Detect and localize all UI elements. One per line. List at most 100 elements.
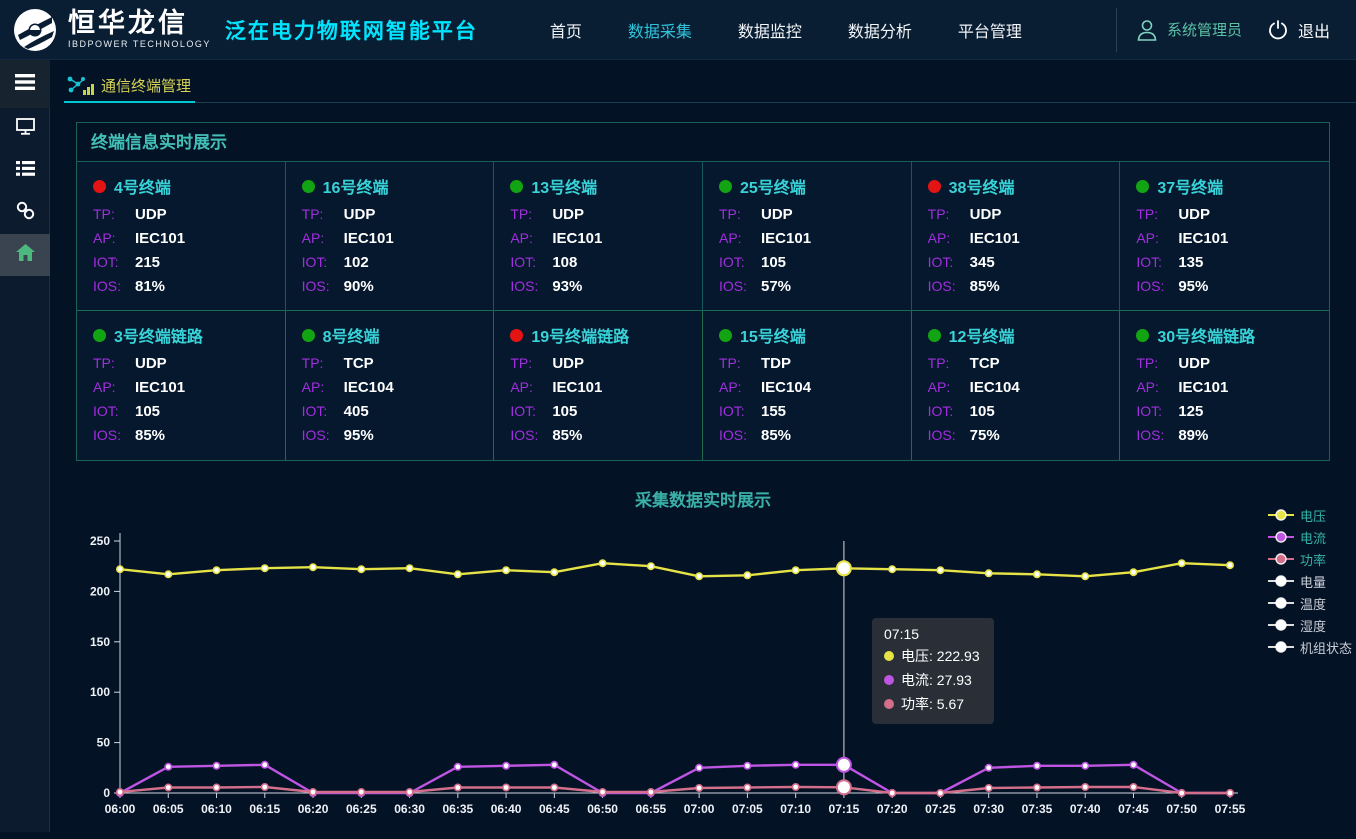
terminal-field: IOS:90% <box>302 278 494 295</box>
field-value: IEC104 <box>761 379 811 396</box>
legend-item[interactable]: 电压 <box>1268 506 1352 524</box>
legend-label: 电压 <box>1300 506 1326 525</box>
field-label: IOT: <box>1136 403 1178 419</box>
field-label: TP: <box>1136 206 1178 222</box>
terminal-name: 8号终端 <box>323 323 380 347</box>
legend-item[interactable]: 机组状态 <box>1268 638 1352 656</box>
svg-text:06:35: 06:35 <box>442 802 473 816</box>
tooltip-series-dot <box>884 651 894 661</box>
sidebar-item-home[interactable] <box>0 234 50 276</box>
terminal-field: AP:IEC101 <box>510 379 702 396</box>
legend-marker <box>1268 618 1294 632</box>
field-label: AP: <box>928 230 970 246</box>
chart-canvas[interactable]: 05010015020025006:0006:0506:1006:1506:20… <box>50 523 1356 839</box>
tooltip-series-value: 功率: 5.67 <box>901 694 964 714</box>
legend-item[interactable]: 温度 <box>1268 594 1352 612</box>
terminal-field: AP:IEC101 <box>93 379 285 396</box>
svg-text:200: 200 <box>90 584 110 598</box>
nav-item[interactable]: 数据监控 <box>738 18 802 42</box>
svg-text:06:10: 06:10 <box>201 802 232 816</box>
tooltip-series-value: 电流: 27.93 <box>901 670 972 690</box>
status-dot <box>1136 180 1149 193</box>
field-label: TP: <box>302 355 344 371</box>
status-dot <box>719 180 732 193</box>
tab-terminal-management[interactable]: 通信终端管理 <box>64 72 195 103</box>
field-value: UDP <box>552 206 584 223</box>
field-value: UDP <box>761 206 793 223</box>
field-value: 102 <box>344 254 369 271</box>
field-value: 85% <box>761 427 791 444</box>
svg-text:06:00: 06:00 <box>105 802 136 816</box>
terminal-field: TP:UDP <box>302 206 494 223</box>
terminal-field: IOT:135 <box>1136 254 1329 271</box>
field-label: TP: <box>719 355 761 371</box>
terminal-name: 12号终端 <box>949 323 1015 347</box>
list-icon <box>16 161 35 181</box>
legend-item[interactable]: 电流 <box>1268 528 1352 546</box>
home-icon <box>16 244 35 266</box>
field-label: IOS: <box>93 278 135 294</box>
logout-button[interactable]: 退出 <box>1298 18 1330 42</box>
nav-item[interactable]: 首页 <box>550 18 582 42</box>
sidebar-item-link[interactable] <box>0 192 50 234</box>
field-label: AP: <box>302 230 344 246</box>
legend-item[interactable]: 功率 <box>1268 550 1352 568</box>
field-value: 125 <box>1178 403 1203 420</box>
status-dot <box>1136 329 1149 342</box>
legend-label: 电流 <box>1300 528 1326 547</box>
link-icon <box>16 201 35 225</box>
field-value: 85% <box>552 427 582 444</box>
tooltip-series-value: 电压: 222.93 <box>901 646 980 666</box>
field-label: AP: <box>93 379 135 395</box>
terminal-card: 3号终端链路TP:UDPAP:IEC101IOT:105IOS:85% <box>77 311 286 460</box>
terminal-field: IOS:81% <box>93 278 285 295</box>
terminal-field: TP:TDP <box>719 355 911 372</box>
nav-item[interactable]: 数据分析 <box>848 18 912 42</box>
sidebar <box>0 60 50 832</box>
terminal-name: 16号终端 <box>323 174 389 198</box>
field-label: IOT: <box>928 254 970 270</box>
company-subtitle: IBDPOWER TECHNOLOGY <box>68 40 211 49</box>
nav-item[interactable]: 数据采集 <box>628 18 692 42</box>
field-label: TP: <box>93 206 135 222</box>
main-nav: 首页 数据采集 数据监控 数据分析 平台管理 <box>550 18 1022 42</box>
legend-item[interactable]: 湿度 <box>1268 616 1352 634</box>
terminal-card: 12号终端TP:TCPAP:IEC104IOT:105IOS:75% <box>912 311 1121 460</box>
sidebar-item-menu[interactable] <box>0 60 50 108</box>
nav-item[interactable]: 平台管理 <box>958 18 1022 42</box>
terminal-name: 15号终端 <box>740 323 806 347</box>
svg-text:06:20: 06:20 <box>298 802 329 816</box>
user-menu[interactable]: 系统管理员 <box>1167 19 1242 40</box>
terminal-card: 16号终端TP:UDPAP:IEC101IOT:102IOS:90% <box>286 162 495 311</box>
realtime-chart[interactable]: 05010015020025006:0006:0506:1006:1506:20… <box>50 523 1356 839</box>
sidebar-item-list[interactable] <box>0 150 50 192</box>
status-dot <box>93 180 106 193</box>
field-value: IEC101 <box>1178 379 1228 396</box>
legend-item[interactable]: 电量 <box>1268 572 1352 590</box>
terminal-field: TP:TCP <box>928 355 1120 372</box>
terminal-card: 15号终端TP:TDPAP:IEC104IOT:155IOS:85% <box>703 311 912 460</box>
logo-icon <box>12 7 58 53</box>
terminal-name: 25号终端 <box>740 174 806 198</box>
status-dot <box>510 180 523 193</box>
field-value: 105 <box>135 403 160 420</box>
legend-label: 温度 <box>1300 594 1326 613</box>
svg-text:07:05: 07:05 <box>732 802 763 816</box>
field-value: 135 <box>1178 254 1203 271</box>
svg-text:100: 100 <box>90 685 110 699</box>
terminal-field: IOT:105 <box>719 254 911 271</box>
legend-label: 电量 <box>1300 572 1326 591</box>
field-label: IOT: <box>1136 254 1178 270</box>
menu-icon <box>15 74 35 95</box>
field-label: IOT: <box>719 403 761 419</box>
field-value: 85% <box>135 427 165 444</box>
field-value: 95% <box>344 427 374 444</box>
field-label: IOT: <box>928 403 970 419</box>
field-value: IEC101 <box>552 230 602 247</box>
field-label: IOT: <box>93 403 135 419</box>
field-label: IOS: <box>93 427 135 443</box>
field-value: TCP <box>344 355 374 372</box>
terminal-card: 19号终端链路TP:UDPAP:IEC101IOT:105IOS:85% <box>494 311 703 460</box>
breadcrumb: 通信终端管理 <box>64 72 1356 103</box>
sidebar-item-monitor[interactable] <box>0 108 50 150</box>
